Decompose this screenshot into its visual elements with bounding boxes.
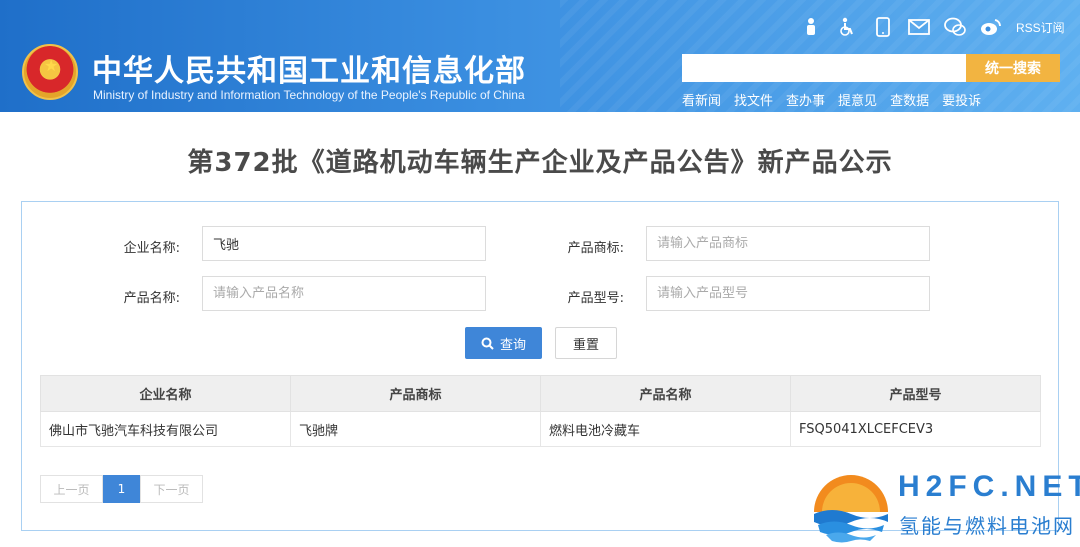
rss-subscribe-link[interactable]: RSS订阅 xyxy=(1016,19,1065,36)
site-search-input[interactable] xyxy=(682,54,966,82)
page-title: 第372批《道路机动车辆生产企业及产品公告》新产品公示 xyxy=(187,148,893,178)
national-emblem-logo: ★ xyxy=(22,44,78,100)
unified-search-button[interactable]: 统一搜索 xyxy=(966,54,1060,82)
cell-trademark: 飞驰牌 xyxy=(290,411,541,447)
table-header-row: 企业名称 产品商标 产品名称 产品型号 xyxy=(40,375,1041,412)
star-icon: ★ xyxy=(44,56,59,75)
quick-link-complaints[interactable]: 要投诉 xyxy=(942,90,981,109)
product-model-input[interactable] xyxy=(646,276,930,311)
quick-link-documents[interactable]: 找文件 xyxy=(734,90,773,109)
column-header-trademark[interactable]: 产品商标 xyxy=(290,375,541,412)
site-header: ★ 中华人民共和国工业和信息化部 Ministry of Industry an… xyxy=(0,0,1080,112)
results-table: 企业名称 产品商标 产品名称 产品型号 佛山市飞驰汽车科技有限公司 飞驰牌 燃料… xyxy=(40,375,1041,447)
mail-icon[interactable] xyxy=(908,16,930,38)
wave-logo-icon xyxy=(814,475,888,543)
watermark-text-cn: 氢能与燃料电池网 xyxy=(899,514,1075,538)
query-button[interactable]: 查询 xyxy=(465,327,542,359)
reset-button[interactable]: 重置 xyxy=(555,327,617,359)
next-page-button[interactable]: 下一页 xyxy=(140,475,203,503)
search-icon xyxy=(481,337,494,350)
trademark-label: 产品商标: xyxy=(567,241,624,256)
query-button-label: 查询 xyxy=(499,337,526,353)
watermark-logo: H2FC.NET 氢能与燃料电池网 xyxy=(808,470,1080,547)
watermark-text-en: H2FC.NET xyxy=(898,470,1080,503)
elderly-mode-icon[interactable] xyxy=(800,16,822,38)
weibo-icon[interactable] xyxy=(980,16,1002,38)
table-row[interactable]: 佛山市飞驰汽车科技有限公司 飞驰牌 燃料电池冷藏车 FSQ5041XLCEFCE… xyxy=(40,411,1041,447)
wechat-icon[interactable] xyxy=(944,16,966,38)
quick-link-services[interactable]: 查办事 xyxy=(786,90,825,109)
site-title-cn: 中华人民共和国工业和信息化部 xyxy=(92,54,526,89)
prev-page-button[interactable]: 上一页 xyxy=(40,475,103,503)
mobile-icon[interactable] xyxy=(872,16,894,38)
company-name-label: 企业名称: xyxy=(123,241,180,256)
header-icon-bar: RSS订阅 xyxy=(800,14,1065,40)
trademark-input[interactable] xyxy=(646,226,930,261)
page-number-current[interactable]: 1 xyxy=(103,475,140,503)
product-name-label: 产品名称: xyxy=(123,291,180,306)
accessibility-icon[interactable] xyxy=(836,16,858,38)
quick-link-news[interactable]: 看新闻 xyxy=(682,90,721,109)
quick-link-data[interactable]: 查数据 xyxy=(890,90,929,109)
cell-product-name: 燃料电池冷藏车 xyxy=(540,411,791,447)
cell-company: 佛山市飞驰汽车科技有限公司 xyxy=(40,411,291,447)
product-model-label: 产品型号: xyxy=(567,291,624,306)
pagination: 上一页 1 下一页 xyxy=(40,475,203,503)
quick-link-feedback[interactable]: 提意见 xyxy=(838,90,877,109)
quick-links-nav: 看新闻 找文件 查办事 提意见 查数据 要投诉 xyxy=(682,90,981,109)
column-header-model[interactable]: 产品型号 xyxy=(790,375,1041,412)
cell-model: FSQ5041XLCEFCEV3 xyxy=(790,411,1041,447)
product-name-input[interactable] xyxy=(202,276,486,311)
column-header-product-name[interactable]: 产品名称 xyxy=(540,375,791,412)
site-title-en: Ministry of Industry and Information Tec… xyxy=(93,88,525,102)
column-header-company[interactable]: 企业名称 xyxy=(40,375,291,412)
company-name-input[interactable] xyxy=(202,226,486,261)
